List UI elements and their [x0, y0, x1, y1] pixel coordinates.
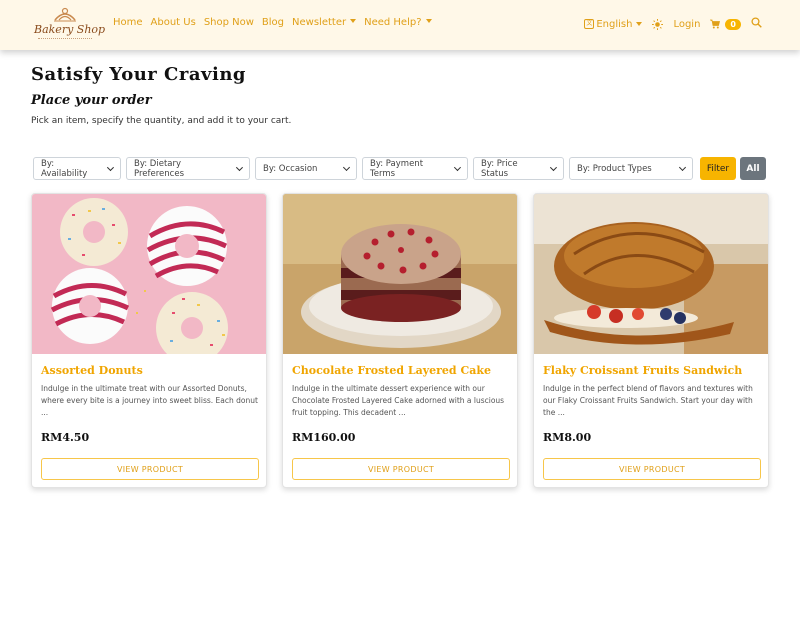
- nav-links: Home About Us Shop Now Blog Newsletter N…: [113, 17, 440, 28]
- chevron-down-icon: [454, 163, 462, 171]
- product-title[interactable]: Flaky Croissant Fruits Sandwich: [543, 364, 742, 377]
- product-image-croissant[interactable]: [534, 194, 768, 354]
- cart-count-badge: 0: [725, 18, 741, 30]
- page-subtitle: Place your order: [31, 93, 152, 108]
- search-icon[interactable]: [751, 17, 762, 31]
- nav-newsletter-label: Newsletter: [292, 17, 347, 28]
- nav-need-help-label: Need Help?: [364, 17, 422, 28]
- filter-product-types-select[interactable]: By: Product Types: [569, 157, 693, 180]
- chevron-down-icon: [236, 163, 244, 171]
- filter-occasion-label: By: Occasion: [263, 163, 318, 174]
- filter-occasion-select[interactable]: By: Occasion: [255, 157, 357, 180]
- bakery-logo-icon: [54, 7, 76, 22]
- nav-blog[interactable]: Blog: [262, 17, 284, 28]
- view-product-button[interactable]: VIEW PRODUCT: [543, 458, 761, 480]
- chevron-down-icon: [550, 163, 558, 171]
- language-label: English: [596, 18, 633, 30]
- product-card: Assorted Donuts Indulge in the ultimate …: [31, 193, 267, 488]
- filter-price-status-select[interactable]: By: Price Status: [473, 157, 564, 180]
- nav-right: 文 English Login 0: [574, 17, 762, 31]
- product-price: RM4.50: [41, 431, 90, 444]
- logo-tagline-divider: [38, 38, 92, 40]
- chevron-down-icon: [678, 163, 687, 171]
- sun-icon[interactable]: [652, 18, 664, 30]
- filter-dietary-label: By: Dietary Preferences: [134, 158, 184, 179]
- nav-newsletter-dropdown[interactable]: Newsletter: [292, 17, 357, 28]
- product-description: Indulge in the perfect blend of flavors …: [543, 384, 753, 417]
- nav-need-help-dropdown[interactable]: Need Help?: [364, 17, 432, 28]
- chevron-down-icon: [342, 163, 351, 171]
- filter-availability-select[interactable]: By: Availability: [33, 157, 121, 180]
- product-card: Flaky Croissant Fruits Sandwich Indulge …: [533, 193, 769, 488]
- login-link[interactable]: Login: [673, 19, 700, 30]
- language-icon: 文: [584, 19, 595, 29]
- product-description: Indulge in the ultimate dessert experien…: [292, 384, 505, 417]
- filter-price-status-label: By: Price Status: [481, 158, 518, 179]
- product-title[interactable]: Assorted Donuts: [41, 364, 143, 377]
- page-title: Satisfy Your Craving: [31, 64, 246, 85]
- caret-down-icon: [636, 22, 643, 26]
- product-title[interactable]: Chocolate Frosted Layered Cake: [292, 364, 491, 377]
- caret-down-icon: [425, 19, 432, 23]
- cart-button[interactable]: 0: [710, 18, 741, 30]
- chevron-down-icon: [107, 163, 115, 171]
- nav-home[interactable]: Home: [113, 17, 143, 28]
- filter-dietary-select[interactable]: By: Dietary Preferences: [126, 157, 250, 180]
- page-description: Pick an item, specify the quantity, and …: [31, 116, 292, 126]
- filter-product-types-label: By: Product Types: [577, 163, 652, 174]
- language-dropdown[interactable]: 文 English: [584, 18, 643, 30]
- nav-about-us[interactable]: About Us: [151, 17, 196, 28]
- caret-down-icon: [350, 19, 357, 23]
- product-price: RM8.00: [543, 431, 592, 444]
- filter-bar: By: Availability By: Dietary Preferences…: [33, 157, 766, 180]
- product-card: Chocolate Frosted Layered Cake Indulge i…: [282, 193, 518, 488]
- logo[interactable]: Bakery Shop: [34, 6, 106, 44]
- view-product-button[interactable]: VIEW PRODUCT: [41, 458, 259, 480]
- product-image-donuts[interactable]: [32, 194, 266, 354]
- view-product-button[interactable]: VIEW PRODUCT: [292, 458, 510, 480]
- logo-text: Bakery Shop: [34, 23, 106, 36]
- filter-availability-label: By: Availability: [41, 158, 88, 179]
- nav-shop-now[interactable]: Shop Now: [204, 17, 254, 28]
- product-image-cake[interactable]: [283, 194, 517, 354]
- product-description: Indulge in the ultimate treat with our A…: [41, 384, 258, 417]
- filter-payment-terms-label: By: Payment Terms: [370, 158, 424, 179]
- cart-icon: [710, 19, 721, 29]
- all-button[interactable]: All: [740, 157, 766, 180]
- navbar: Bakery Shop Home About Us Shop Now Blog …: [0, 0, 800, 50]
- product-price: RM160.00: [292, 431, 356, 444]
- filter-payment-terms-select[interactable]: By: Payment Terms: [362, 157, 468, 180]
- filter-button[interactable]: Filter: [700, 157, 736, 180]
